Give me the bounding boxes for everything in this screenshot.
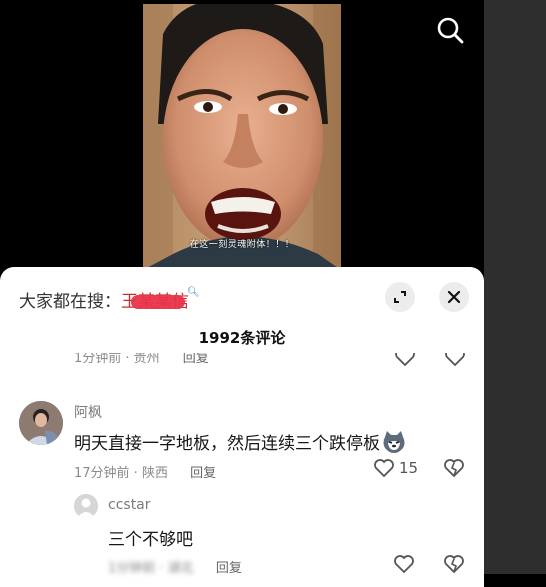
close-button[interactable] bbox=[439, 282, 469, 312]
heart-icon[interactable] bbox=[394, 353, 416, 367]
comments-sheet: 大家都在搜：王某某信🔍︎ 1992条评论 1分钟前 · 贵州 回复 bbox=[0, 267, 484, 587]
comment-item-previous: 1分钟前 · 贵州 回复 bbox=[0, 353, 484, 367]
reply-button[interactable]: 回复 bbox=[190, 466, 216, 481]
reply-button[interactable]: 回复 bbox=[183, 353, 209, 366]
broken-heart-icon bbox=[444, 459, 464, 478]
heart-icon bbox=[374, 459, 394, 478]
search-suggestion-prefix: 大家都在搜： bbox=[19, 292, 121, 312]
redaction-mark bbox=[131, 295, 185, 309]
search-icon bbox=[437, 17, 464, 44]
search-button[interactable] bbox=[434, 14, 466, 46]
video-face-image bbox=[143, 4, 341, 270]
avatar[interactable] bbox=[19, 401, 63, 445]
reply-username[interactable]: ccstar bbox=[108, 497, 151, 513]
broken-heart-icon bbox=[444, 555, 464, 574]
small-search-icon: 🔍︎ bbox=[187, 287, 200, 298]
dislike-button[interactable] bbox=[443, 458, 465, 482]
video-subtitle: 在这一刻灵魂附体！！！ bbox=[189, 240, 295, 250]
comment-count: 1992条评论 bbox=[198, 329, 286, 347]
default-avatar-icon bbox=[74, 494, 98, 518]
expand-button[interactable] bbox=[385, 282, 415, 312]
video-player[interactable]: 在这一刻灵魂附体！！！ bbox=[0, 0, 484, 270]
comment-text: 明天直接一字地板，然后连续三个跌停板 bbox=[74, 429, 406, 458]
cat-face-emoji bbox=[382, 430, 406, 458]
comment-time-location: 17分钟前 · 陕西 bbox=[74, 466, 168, 481]
like-button[interactable]: 15 bbox=[373, 458, 418, 478]
expand-icon bbox=[394, 291, 406, 303]
close-icon bbox=[447, 290, 461, 304]
like-button[interactable] bbox=[393, 554, 415, 574]
comment-meta: 17分钟前 · 陕西 回复 bbox=[74, 462, 216, 481]
heart-icon bbox=[394, 555, 414, 574]
video-frame: 在这一刻灵魂附体！！！ bbox=[143, 4, 341, 270]
cat-face-icon bbox=[383, 430, 405, 453]
side-panel bbox=[484, 0, 546, 574]
comment-meta: 1分钟前 · 贵州 bbox=[74, 353, 160, 366]
broken-heart-icon[interactable] bbox=[444, 353, 466, 367]
comment-username[interactable]: 阿枫 bbox=[74, 402, 102, 422]
reply-meta: 1分钟前 · 湖北 回复 bbox=[108, 557, 242, 576]
reply-text: 三个不够吧 bbox=[108, 530, 193, 550]
search-suggestion[interactable]: 大家都在搜：王某某信🔍︎ bbox=[19, 287, 200, 312]
dislike-button[interactable] bbox=[443, 554, 465, 578]
like-count: 15 bbox=[399, 459, 419, 477]
comment-body: 明天直接一字地板，然后连续三个跌停板 bbox=[74, 434, 380, 454]
avatar-image bbox=[19, 401, 63, 445]
avatar[interactable] bbox=[74, 494, 98, 518]
